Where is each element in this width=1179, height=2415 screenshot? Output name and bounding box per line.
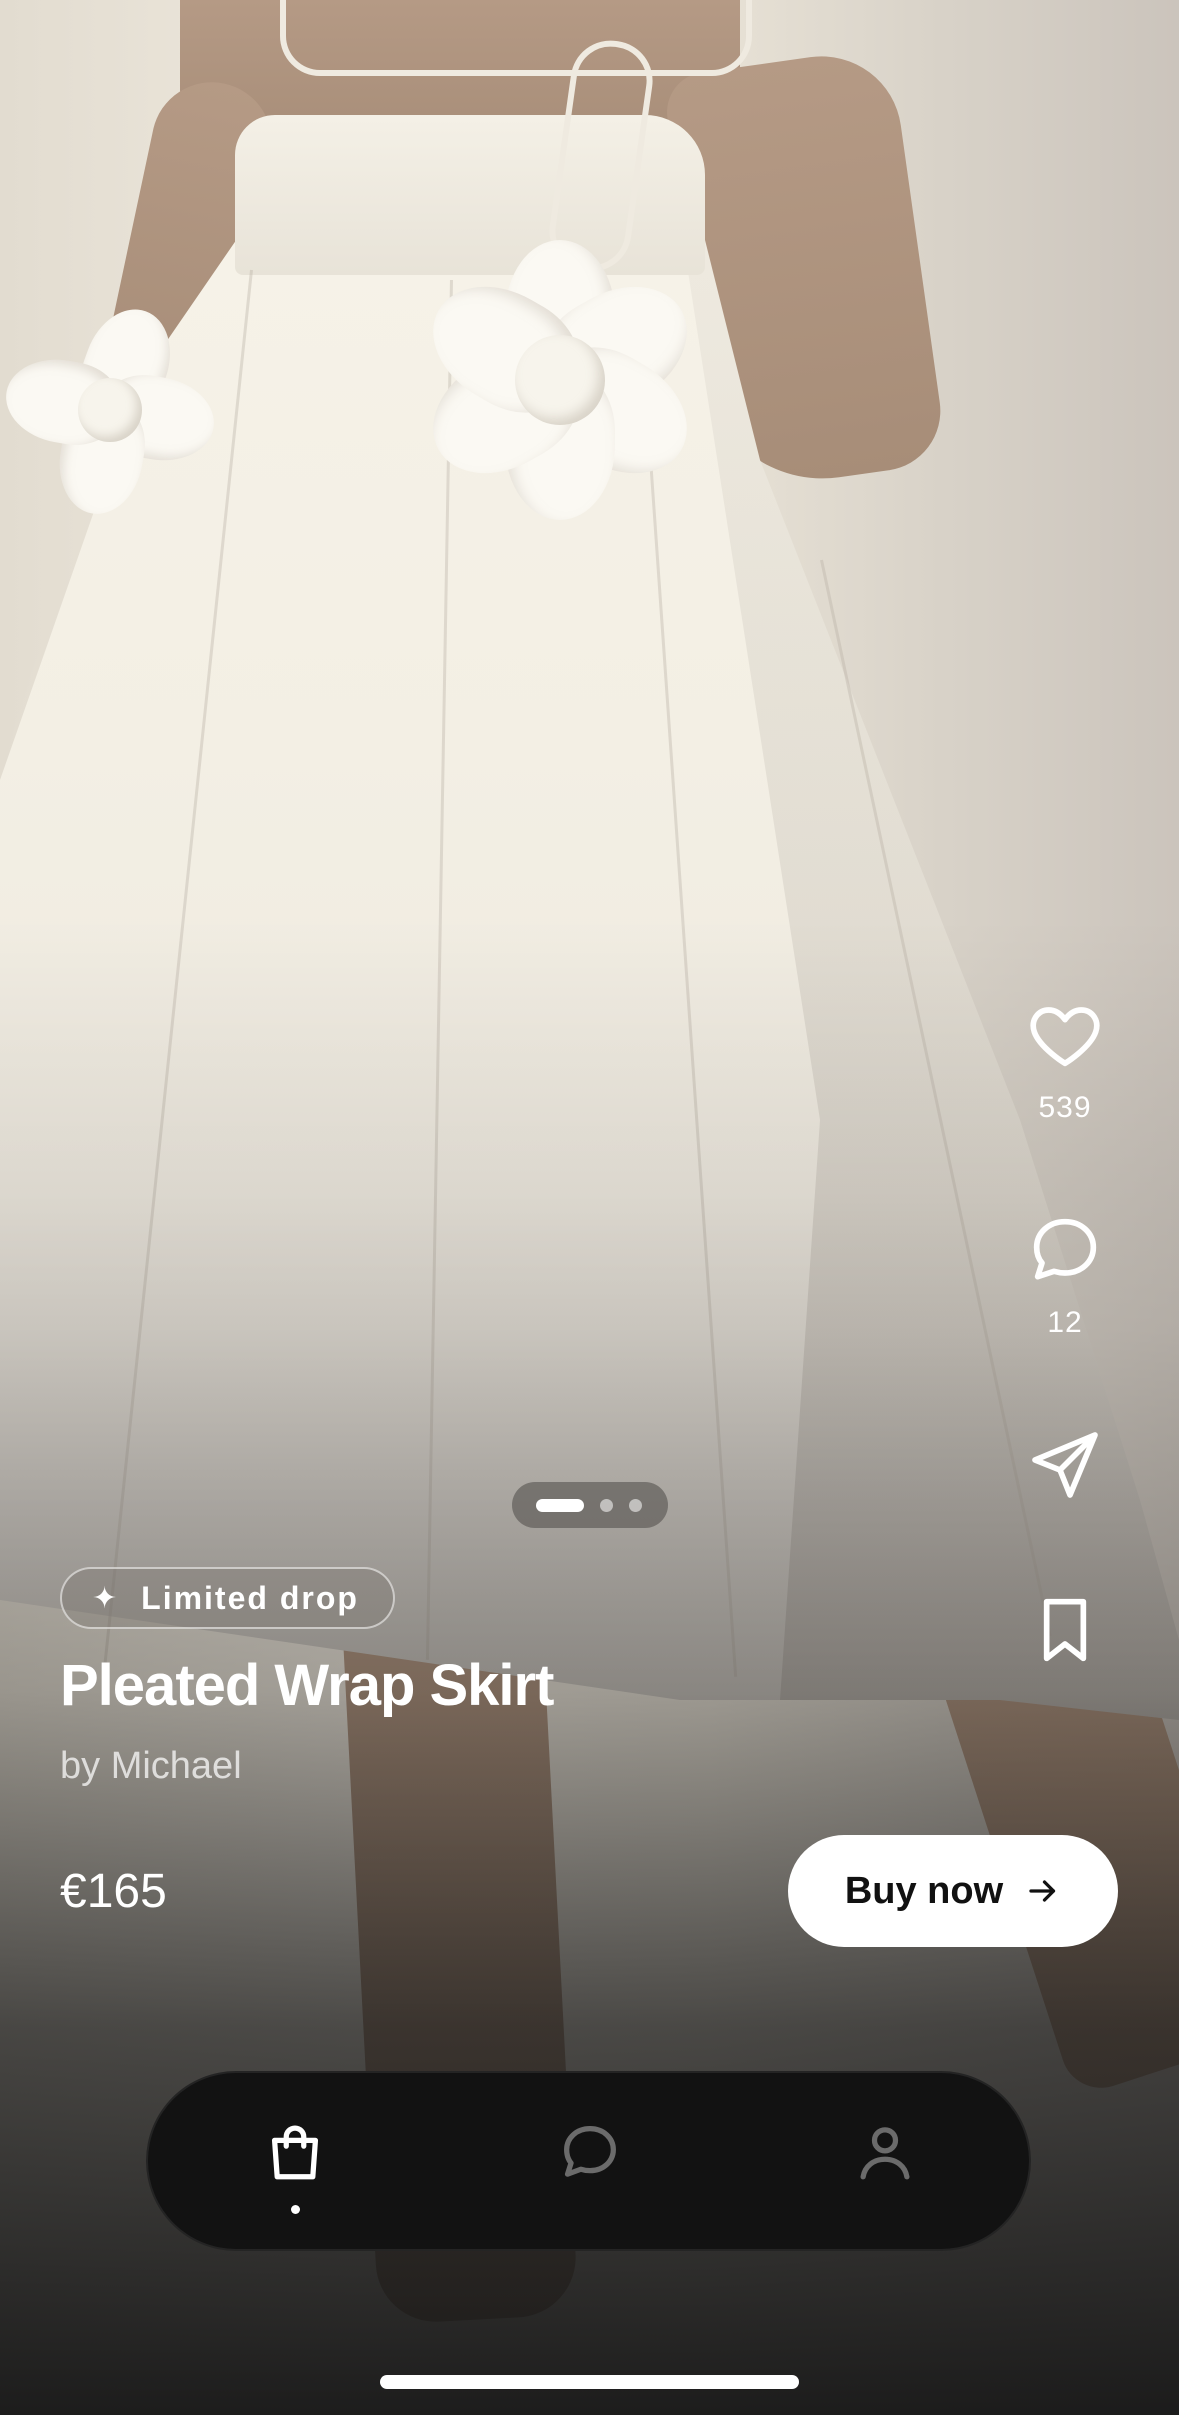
pager-dot[interactable] [629,1499,642,1512]
badge-label: Limited drop [141,1579,359,1616]
comment-action[interactable]: 12 [1010,1210,1120,1340]
bottom-nav [146,2071,1031,2251]
buy-now-button[interactable]: Buy now [788,1835,1118,1947]
bottom-gradient-overlay [0,0,1179,2415]
nav-profile[interactable] [840,2117,930,2207]
active-indicator-dot [291,2205,300,2214]
bookmark-icon [1043,1598,1087,1662]
pager-dot-active[interactable] [536,1499,584,1512]
image-pager[interactable] [512,1482,668,1528]
like-action[interactable]: 539 [1010,995,1120,1125]
share-action[interactable] [1010,1425,1120,1505]
share-send-icon [1032,1432,1098,1498]
product-price: €165 [60,1865,167,1918]
pager-dot[interactable] [600,1499,613,1512]
buy-now-label: Buy now [844,1869,1004,1912]
nav-shop[interactable] [250,2117,340,2214]
save-action[interactable] [1010,1590,1120,1670]
nav-messages[interactable] [545,2117,635,2207]
shopping-bag-icon [271,2125,319,2180]
heart-icon [1030,1007,1100,1067]
chat-bubble-icon [564,2126,616,2177]
product-title: Pleated Wrap Skirt [60,1653,554,1718]
limited-drop-badge: ✦ Limited drop [60,1567,395,1629]
comment-icon [1033,1218,1097,1280]
comment-count: 12 [1047,1306,1083,1339]
like-count: 539 [1038,1091,1092,1124]
seller-byline[interactable]: by Michael [60,1745,242,1788]
home-indicator[interactable] [380,2375,799,2389]
sparkle-icon: ✦ [92,1581,120,1615]
arrow-right-icon [1029,1880,1056,1902]
user-icon [860,2127,910,2180]
